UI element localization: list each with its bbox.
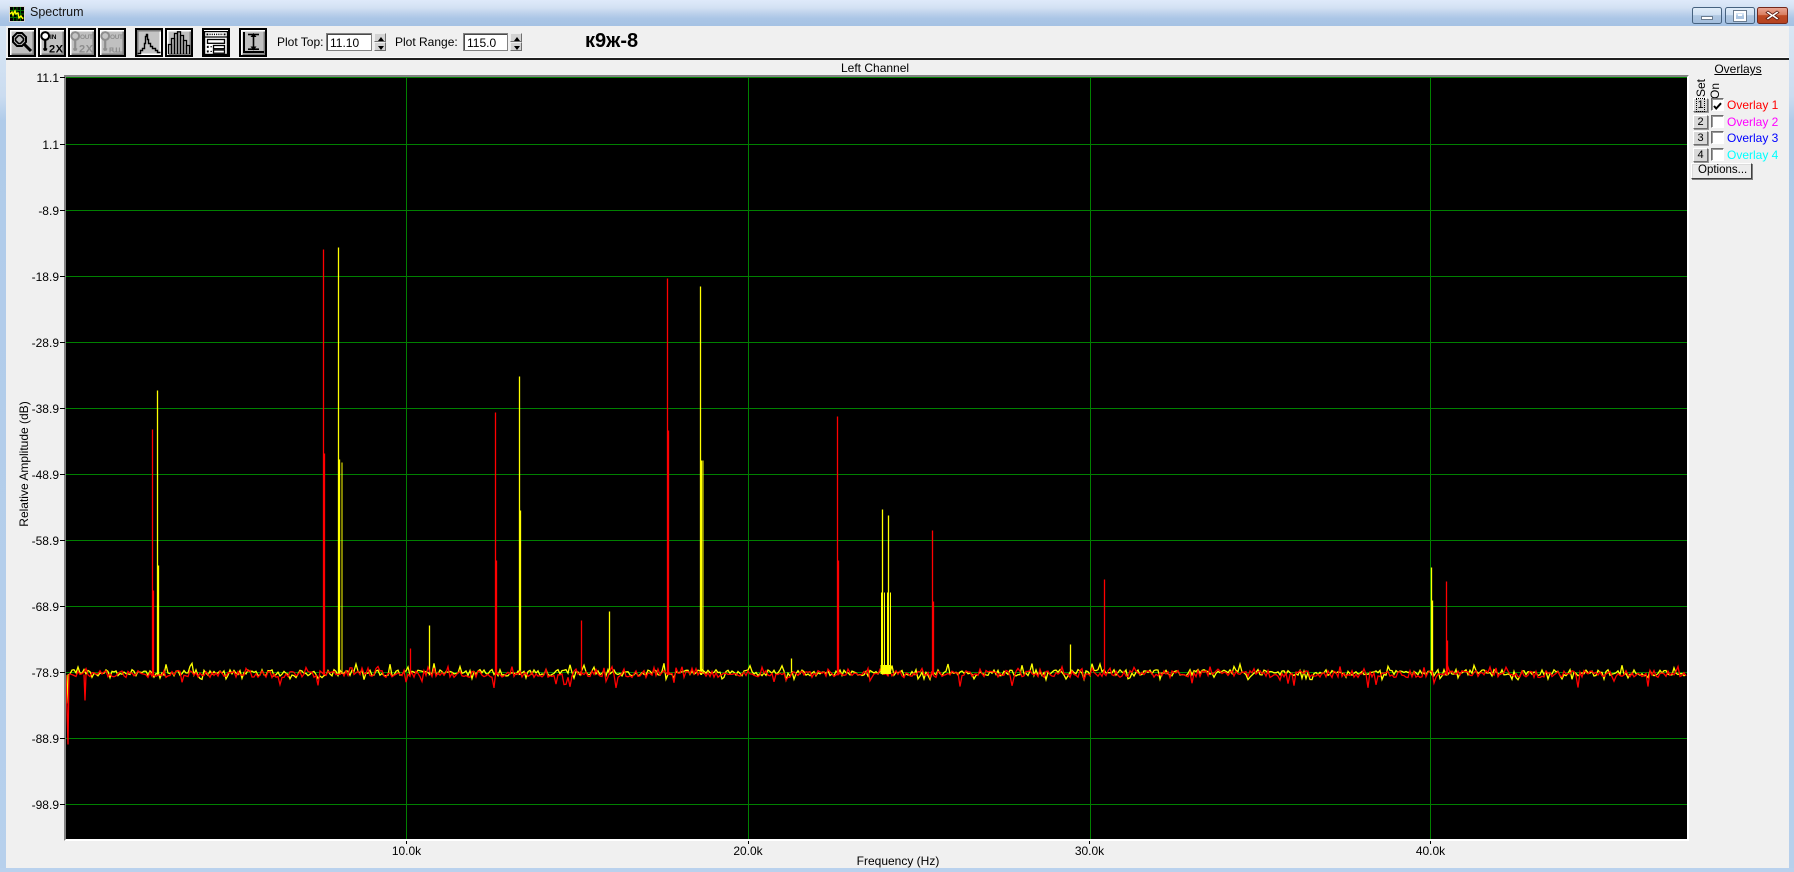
- svg-text:FULL: FULL: [109, 45, 123, 54]
- svg-text:OUT: OUT: [110, 34, 123, 41]
- svg-text:IN: IN: [50, 34, 57, 41]
- svg-text:OUT: OUT: [80, 34, 93, 41]
- svg-text:2X: 2X: [49, 43, 64, 55]
- svg-text:2X: 2X: [79, 43, 94, 55]
